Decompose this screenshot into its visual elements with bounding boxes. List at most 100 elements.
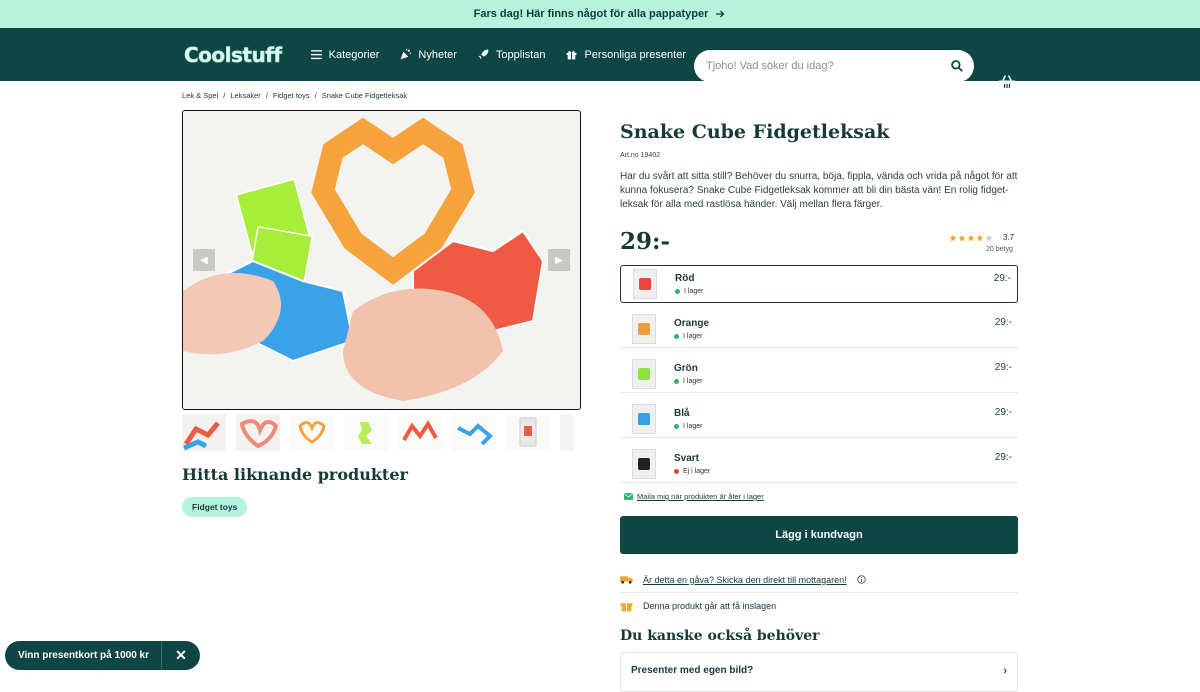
stock-status-dot	[675, 289, 680, 294]
variant-thumbnail	[633, 269, 657, 299]
variant-name: Röd	[675, 273, 695, 284]
variant-price: 29:-	[994, 452, 1012, 463]
star-empty-icon	[985, 234, 993, 241]
nav-label: Nyheter	[418, 48, 457, 61]
rating[interactable]: 3.7	[949, 233, 1014, 242]
add-to-cart-button[interactable]: Lägg i kundvagn	[620, 516, 1018, 554]
tag-fidget-toys[interactable]: Fidget toys	[182, 497, 248, 517]
logo[interactable]: Coolstuff	[184, 42, 283, 67]
thumbnail[interactable]	[236, 414, 280, 451]
nav-label: Kategorier	[328, 48, 380, 61]
search-icon[interactable]	[950, 59, 964, 73]
stock-text: I lager	[683, 422, 703, 430]
stock-text: I lager	[683, 377, 703, 385]
variant-info: Blå I lager	[674, 408, 702, 430]
star-icon	[949, 234, 957, 241]
variant-thumbnail	[632, 403, 656, 434]
breadcrumb-current: Snake Cube Fidgetleksak	[321, 91, 408, 100]
main-nav: Kategorier Nyheter Topplistan Personliga…	[310, 48, 686, 61]
nav-nyheter[interactable]: Nyheter	[399, 48, 457, 61]
gift-wrap-text: Denna produkt går att få inslagen	[643, 601, 777, 611]
thumbnail[interactable]	[506, 414, 550, 451]
gift-send-link[interactable]: Är detta en gåva? Skicka den direkt till…	[643, 575, 847, 585]
party-popper-icon	[401, 48, 412, 60]
thumbnail[interactable]	[182, 414, 226, 451]
breadcrumb: Lek & Spel / Leksaker / Fidget toys / Snake…	[182, 91, 408, 100]
breadcrumb-item[interactable]: Lek & Spel	[182, 91, 218, 100]
basket-icon[interactable]	[997, 74, 1017, 92]
nav-label: Personliga presenter	[584, 48, 686, 61]
nav-kategorier[interactable]: Kategorier	[310, 48, 380, 61]
promo-banner[interactable]: Fars dag! Här finns något för alla pappa…	[0, 0, 1200, 28]
info-icon[interactable]	[857, 575, 866, 584]
product-main-image[interactable]	[182, 110, 581, 410]
variant-option[interactable]: Blå I lager 29:-	[620, 400, 1018, 438]
variant-name: Grön	[674, 362, 698, 374]
star-icon	[958, 234, 966, 241]
chevron-right-icon: ›	[1003, 665, 1007, 677]
variant-stock: I lager	[674, 423, 702, 430]
mail-icon	[624, 493, 633, 500]
product-photo	[183, 111, 580, 409]
gift-wrap-icon	[620, 603, 633, 612]
search-input[interactable]	[706, 60, 950, 72]
nav-personliga-presenter[interactable]: Personliga presenter	[565, 48, 686, 61]
stock-status-dot	[674, 468, 679, 474]
star-half-icon	[976, 234, 984, 241]
thumbnail[interactable]	[560, 414, 574, 451]
thumbnail[interactable]	[290, 414, 334, 451]
gift-wrap-row: Denna produkt går att få inslagen	[620, 593, 1018, 619]
arrow-right-icon	[716, 10, 725, 18]
variant-name: Svart	[674, 452, 700, 464]
accordion-presenter-med-egen-bild[interactable]: Presenter med egen bild? ›	[620, 652, 1018, 692]
rating-value: 3.7	[1003, 233, 1015, 242]
variant-thumbnail	[632, 358, 656, 389]
delivery-truck-icon	[620, 576, 633, 584]
variant-stock: I lager	[675, 288, 703, 295]
variant-price: 29:-	[994, 407, 1012, 418]
variant-name: Orange	[674, 317, 710, 329]
stock-status-dot	[674, 423, 679, 429]
star-icon	[967, 234, 975, 241]
site-header: Coolstuff Kategorier Nyheter Topplistan …	[0, 28, 1200, 91]
stock-text: I lager	[684, 288, 704, 295]
thumbnail[interactable]	[344, 414, 388, 451]
product-title: Snake Cube Fidgetleksak	[620, 121, 890, 143]
next-image-button[interactable]: ▶	[548, 249, 570, 271]
variant-stock: I lager	[674, 333, 709, 340]
thumbnail[interactable]	[452, 414, 496, 451]
promo-text: Fars dag! Här finns något för alla pappa…	[473, 8, 709, 20]
breadcrumb-item[interactable]: Leksaker	[230, 91, 260, 100]
variant-option[interactable]: Orange I lager 29:-	[620, 310, 1018, 348]
thumbnail[interactable]	[398, 414, 442, 451]
thumbnail-strip	[182, 414, 574, 451]
nav-topplistan[interactable]: Topplistan	[477, 48, 545, 61]
close-icon[interactable]: ✕	[162, 647, 200, 664]
notify-text: Maila mig när produkten är åter i lager	[637, 492, 764, 501]
variant-stock: I lager	[674, 378, 702, 385]
variant-info: Orange I lager	[674, 318, 709, 340]
variant-price: 29:-	[994, 317, 1012, 328]
article-number: Art.no 19402	[620, 152, 661, 159]
variant-option[interactable]: Röd I lager 29:-	[620, 265, 1018, 303]
variant-stock: Ej i lager	[674, 468, 710, 475]
gift-send-row: Är detta en gåva? Skicka den direkt till…	[620, 567, 1018, 593]
giftcard-popup: Vinn presentkort på 1000 kr ✕	[5, 641, 200, 670]
variant-info: Röd I lager	[675, 273, 703, 295]
product-price: 29:-	[620, 228, 671, 255]
giftcard-button[interactable]: Vinn presentkort på 1000 kr	[5, 641, 162, 670]
rating-count: 20 betyg	[986, 246, 1013, 253]
variant-option[interactable]: Svart Ej i lager 29:-	[620, 445, 1018, 483]
notify-restock-link[interactable]: Maila mig när produkten är åter i lager	[624, 492, 764, 501]
variant-option[interactable]: Grön I lager 29:-	[620, 355, 1018, 393]
accordion-label: Presenter med egen bild?	[631, 665, 754, 676]
variant-thumbnail	[632, 313, 656, 344]
stock-status-dot	[674, 333, 679, 339]
breadcrumb-item[interactable]: Fidget toys	[273, 91, 310, 100]
search-box	[694, 50, 974, 82]
prev-image-button[interactable]: ◀	[193, 249, 215, 271]
stock-status-dot	[674, 378, 679, 384]
variant-info: Svart Ej i lager	[674, 453, 710, 475]
stock-text: Ej i lager	[683, 467, 711, 475]
rocket-icon	[478, 49, 489, 60]
